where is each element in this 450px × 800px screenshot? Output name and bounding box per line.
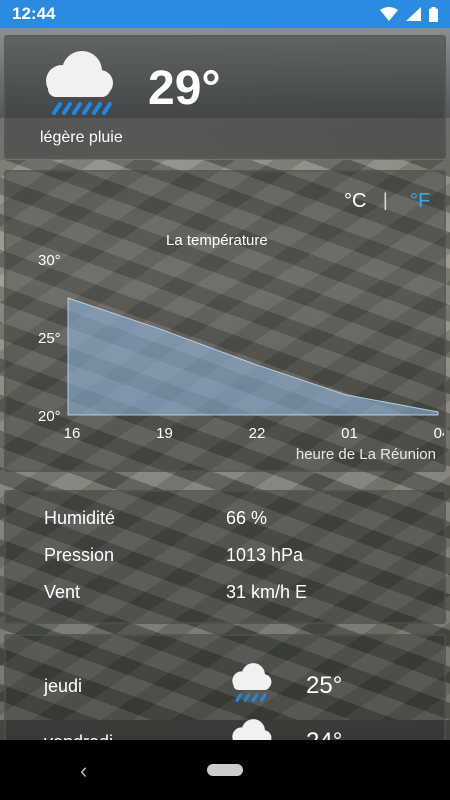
status-bar: 12:44 bbox=[0, 0, 450, 28]
pressure-value: 1013 hPa bbox=[226, 545, 304, 565]
rain-cloud-icon bbox=[46, 51, 113, 115]
x-tick-label: 16 bbox=[64, 425, 81, 442]
current-temperature: 29° bbox=[148, 62, 221, 115]
x-tick-label: 04 bbox=[434, 425, 444, 442]
back-chevron-icon[interactable]: ‹ bbox=[80, 758, 87, 784]
chart-x-axis-label: heure de La Réunion bbox=[295, 446, 436, 463]
x-tick-label: 22 bbox=[249, 425, 266, 442]
y-tick-label: 25° bbox=[38, 330, 61, 347]
humidity-value: 66 % bbox=[226, 508, 268, 528]
current-condition: légère pluie bbox=[40, 129, 123, 146]
forecast-card[interactable]: jeudi 25° vendredi 24° bbox=[4, 634, 446, 754]
rain-cloud-icon bbox=[232, 663, 272, 702]
status-icons bbox=[380, 6, 438, 22]
pressure-label: Pression bbox=[44, 545, 115, 565]
temperature-chart: 30° 25° 20°16 19 22 01 04 bbox=[38, 252, 444, 442]
navigation-bar: ‹ bbox=[0, 740, 450, 800]
home-pill-icon[interactable] bbox=[207, 764, 243, 776]
wifi-icon bbox=[380, 7, 398, 21]
battery-icon bbox=[429, 6, 438, 22]
x-tick-label: 19 bbox=[156, 425, 173, 442]
details-card: Humidité 66 % Pression 1013 hPa Vent 31 … bbox=[4, 490, 446, 624]
y-tick-label: 30° bbox=[38, 252, 61, 269]
temperature-area bbox=[67, 297, 439, 416]
status-time: 12:44 bbox=[12, 4, 56, 23]
y-tick-label: 20° bbox=[38, 408, 61, 425]
humidity-label: Humidité bbox=[44, 508, 116, 528]
wind-label: Vent bbox=[44, 582, 81, 602]
x-tick-label: 01 bbox=[341, 425, 358, 442]
forecast-temp: 25° bbox=[306, 672, 343, 699]
temperature-chart-card: °C | °F La température 30° 25° 20° 16 19 22 01… bbox=[4, 170, 446, 472]
forecast-day: jeudi bbox=[44, 676, 83, 696]
current-weather-card[interactable]: légère pluie 29° bbox=[4, 35, 446, 159]
cell-signal-icon bbox=[406, 7, 421, 21]
wind-value: 31 km/h E bbox=[226, 582, 308, 602]
